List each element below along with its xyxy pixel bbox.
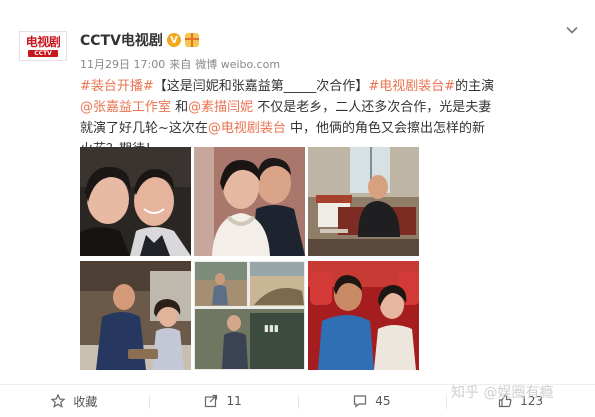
mention-link[interactable]: @张嘉益工作室 xyxy=(80,100,171,115)
photo-couple-portrait[interactable] xyxy=(194,147,305,256)
avatar-logo-bar: CCTV xyxy=(28,49,58,57)
zhihu-watermark: 知乎 @娱圈有瘾 xyxy=(451,382,553,402)
post-text-segment: 和 xyxy=(171,100,189,115)
svg-text:▮▮▮: ▮▮▮ xyxy=(264,324,279,334)
verified-icon[interactable]: V xyxy=(166,33,181,47)
post-headline: 【这是闫妮和张嘉益第_____次合作】 xyxy=(153,79,369,94)
gift-icon[interactable] xyxy=(184,33,199,47)
comment-button[interactable]: 45 xyxy=(297,385,447,417)
comment-icon xyxy=(354,395,367,408)
mention-link[interactable]: @电视剧装台 xyxy=(208,121,286,136)
chevron-down-icon[interactable] xyxy=(566,24,578,36)
photo-man-seated-room[interactable] xyxy=(308,147,419,256)
avatar[interactable]: 电视剧 CCTV xyxy=(19,31,67,61)
photo-couple-closeup[interactable] xyxy=(80,147,191,256)
topic-link[interactable]: #电视剧装台# xyxy=(368,79,455,94)
topic-link[interactable]: #装台开播# xyxy=(80,79,154,94)
weibo-post-card: 电视剧 CCTV CCTV电视剧 V 11月29日 17:00 来自 微博 we… xyxy=(0,0,595,417)
post-meta: 11月29日 17:00 来自 微博 weibo.com xyxy=(80,56,280,72)
post-date[interactable]: 11月29日 17:00 xyxy=(80,56,165,72)
comment-count: 45 xyxy=(375,394,391,408)
mention-link[interactable]: @素描闫妮 xyxy=(188,100,253,115)
watermark-text: 知乎 @娱圈有瘾 xyxy=(451,385,554,401)
source-prefix: 来自 xyxy=(169,58,192,71)
avatar-logo-text: 电视剧 xyxy=(25,34,61,49)
photo-couple-theater-seats[interactable] xyxy=(308,261,419,370)
star-icon xyxy=(51,394,66,408)
author-name[interactable]: CCTV电视剧 xyxy=(80,30,163,50)
share-icon xyxy=(205,394,218,408)
photo-stills-collage[interactable]: ▮▮▮ xyxy=(194,261,305,370)
post-text-segment: 的主演 xyxy=(455,79,495,94)
author-row: CCTV电视剧 V xyxy=(80,31,199,49)
repost-button[interactable]: 11 xyxy=(148,385,298,417)
favorite-label: 收藏 xyxy=(73,394,98,409)
post-source[interactable]: 微博 weibo.com xyxy=(195,56,280,72)
favorite-button[interactable]: 收藏 xyxy=(0,385,149,417)
photo-couple-kitchen[interactable] xyxy=(80,261,191,370)
repost-count: 11 xyxy=(226,394,242,408)
